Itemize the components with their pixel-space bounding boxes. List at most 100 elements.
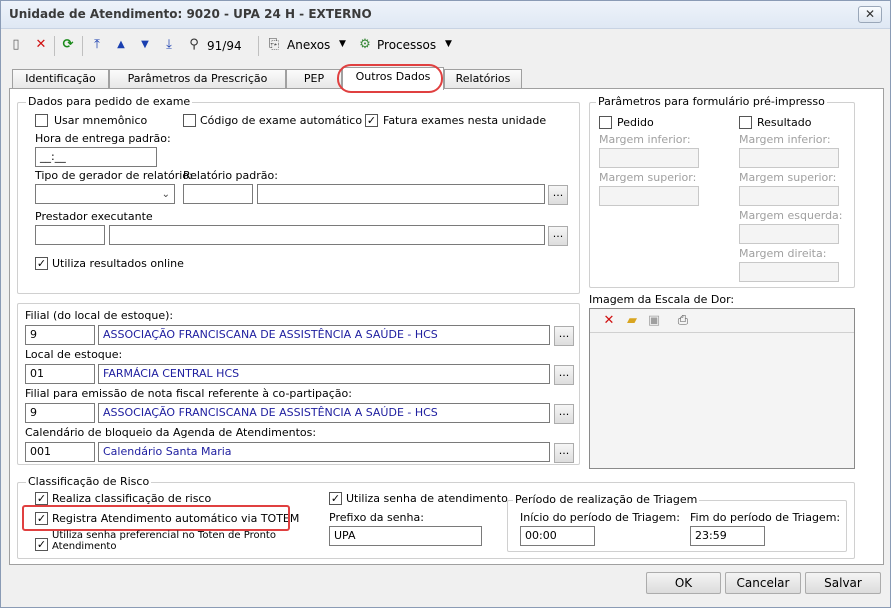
- usar-mnemonico-checkbox[interactable]: [35, 114, 48, 127]
- camera-icon[interactable]: ⎙: [674, 312, 692, 330]
- formulario-group-title: Parâmetros para formulário pré-impresso: [596, 95, 827, 108]
- relatorio-padrao-lookup-button[interactable]: ...: [548, 185, 568, 205]
- highlight-oval: [337, 64, 443, 93]
- resultado-margem-superior-label: Margem superior:: [739, 171, 837, 184]
- risco-group-title: Classificação de Risco: [26, 475, 152, 488]
- processos-dropdown-icon[interactable]: ▼: [445, 39, 452, 49]
- relatorio-padrao-code-input[interactable]: [183, 184, 253, 204]
- remove-image-icon[interactable]: ✕: [600, 312, 618, 330]
- resultado-label: Resultado: [757, 116, 812, 129]
- prestador-lookup-button[interactable]: ...: [548, 226, 568, 246]
- close-button[interactable]: ✕: [858, 6, 882, 23]
- paperclip-icon: ⎘: [268, 37, 280, 52]
- pedido-margem-superior-label: Margem superior:: [599, 171, 697, 184]
- calendario-name-input[interactable]: Calendário Santa Maria: [98, 442, 550, 462]
- calendario-lookup-button[interactable]: ...: [554, 443, 574, 463]
- previous-record-icon[interactable]: ▲: [112, 36, 130, 54]
- filial-nf-code-input[interactable]: 9: [25, 403, 95, 423]
- hora-entrega-input[interactable]: __:__: [35, 147, 157, 167]
- utiliza-online-checkbox[interactable]: ✓: [35, 257, 48, 270]
- escala-dor-image-box: ✕ ▰ ▣ ⎙: [589, 308, 855, 469]
- first-record-icon[interactable]: ⤒: [88, 36, 106, 54]
- pedido-margem-inferior-label: Margem inferior:: [599, 133, 691, 146]
- prefixo-senha-input[interactable]: UPA: [329, 526, 482, 546]
- tab-parametros-prescricao[interactable]: Parâmetros da Prescrição: [109, 69, 286, 89]
- resultado-margem-esquerda-input[interactable]: [739, 224, 839, 244]
- fim-triagem-label: Fim do período de Triagem:: [690, 511, 841, 524]
- pedido-margem-inferior-input[interactable]: [599, 148, 699, 168]
- toolbar-separator: [258, 36, 259, 56]
- codigo-automatico-label: Código de exame automático: [200, 114, 363, 127]
- prestador-name-input[interactable]: [109, 225, 545, 245]
- save-button[interactable]: Salvar: [805, 572, 881, 594]
- tipo-gerador-select[interactable]: ⌄: [35, 184, 175, 204]
- delete-icon[interactable]: ✕: [32, 36, 50, 54]
- hora-entrega-label: Hora de entrega padrão:: [35, 132, 171, 145]
- cancel-button[interactable]: Cancelar: [725, 572, 801, 594]
- calendario-code-input[interactable]: 001: [25, 442, 95, 462]
- pedido-margem-superior-input[interactable]: [599, 186, 699, 206]
- inicio-triagem-input[interactable]: 00:00: [520, 526, 595, 546]
- tab-bar: Identificação Parâmetros da Prescrição P…: [9, 67, 884, 90]
- utiliza-online-label: Utiliza resultados online: [52, 257, 184, 270]
- filial-label: Filial (do local de estoque):: [25, 309, 174, 322]
- codigo-automatico-checkbox[interactable]: [183, 114, 196, 127]
- filial-name-input[interactable]: ASSOCIAÇÃO FRANCISCANA DE ASSISTÊNCIA A …: [98, 325, 550, 345]
- senha-preferencial-checkbox[interactable]: ✓: [35, 538, 48, 551]
- filial-lookup-button[interactable]: ...: [554, 326, 574, 346]
- anexos-button[interactable]: Anexos: [287, 38, 330, 52]
- anexos-dropdown-icon[interactable]: ▼: [339, 39, 346, 49]
- filial-code-input[interactable]: 9: [25, 325, 95, 345]
- local-estoque-code-input[interactable]: 01: [25, 364, 95, 384]
- outros-dados-panel: Dados para pedido de exame Usar mnemônic…: [9, 88, 884, 565]
- realiza-classificacao-checkbox[interactable]: ✓: [35, 492, 48, 505]
- fatura-exames-label: Fatura exames nesta unidade: [383, 114, 547, 127]
- local-estoque-lookup-button[interactable]: ...: [554, 365, 574, 385]
- filial-nf-label: Filial para emissão de nota fiscal refer…: [25, 387, 352, 400]
- toolbar-separator: [54, 36, 55, 56]
- window: Unidade de Atendimento: 9020 - UPA 24 H …: [0, 0, 891, 608]
- toolbar-separator: [82, 36, 83, 56]
- exame-group-title: Dados para pedido de exame: [26, 95, 193, 108]
- relatorio-padrao-name-input[interactable]: [257, 184, 545, 204]
- calendario-label: Calendário de bloqueio da Agenda de Aten…: [25, 426, 317, 439]
- prestador-code-input[interactable]: [35, 225, 105, 245]
- prefixo-senha-label: Prefixo da senha:: [329, 511, 424, 524]
- resultado-margem-esquerda-label: Margem esquerda:: [739, 209, 843, 222]
- new-document-icon[interactable]: ▯: [7, 36, 25, 54]
- escala-dor-label: Imagem da Escala de Dor:: [589, 293, 735, 306]
- tab-identificacao[interactable]: Identificação: [12, 69, 109, 89]
- next-record-icon[interactable]: ▼: [136, 36, 154, 54]
- prestador-label: Prestador executante: [35, 210, 153, 223]
- local-estoque-name-input[interactable]: FARMÁCIA CENTRAL HCS: [98, 364, 550, 384]
- title-bar: Unidade de Atendimento: 9020 - UPA 24 H …: [1, 1, 890, 29]
- window-title: Unidade de Atendimento: 9020 - UPA 24 H …: [9, 7, 372, 21]
- toolbar: ▯ ✕ ⟳ ⤒ ▲ ▼ ⤓ ⚲ 91/94 ⎘ Anexos ▼ ⚙ Proce…: [1, 30, 890, 62]
- tab-pep[interactable]: PEP: [286, 69, 342, 89]
- resultado-margem-superior-input[interactable]: [739, 186, 839, 206]
- last-record-icon[interactable]: ⤓: [160, 36, 178, 54]
- refresh-icon[interactable]: ⟳: [59, 36, 77, 54]
- filial-nf-lookup-button[interactable]: ...: [554, 404, 574, 424]
- open-folder-icon[interactable]: ▰: [623, 312, 641, 330]
- fim-triagem-input[interactable]: 23:59: [690, 526, 765, 546]
- save-disk-icon[interactable]: ▣: [645, 312, 663, 330]
- pedido-label: Pedido: [617, 116, 654, 129]
- gears-icon: ⚙: [359, 37, 371, 52]
- tipo-gerador-label: Tipo de gerador de relatório:: [35, 169, 193, 182]
- filial-nf-name-input[interactable]: ASSOCIAÇÃO FRANCISCANA DE ASSISTÊNCIA A …: [98, 403, 550, 423]
- resultado-margem-direita-input[interactable]: [739, 262, 839, 282]
- chevron-down-icon: ⌄: [161, 189, 170, 200]
- tab-relatorios[interactable]: Relatórios: [444, 69, 522, 89]
- pedido-checkbox[interactable]: [599, 116, 612, 129]
- inicio-triagem-label: Início do período de Triagem:: [520, 511, 680, 524]
- ok-button[interactable]: OK: [646, 572, 721, 594]
- resultado-checkbox[interactable]: [739, 116, 752, 129]
- resultado-margem-inferior-label: Margem inferior:: [739, 133, 831, 146]
- relatorio-padrao-label: Relatório padrão:: [183, 169, 278, 182]
- resultado-margem-inferior-input[interactable]: [739, 148, 839, 168]
- fatura-exames-checkbox[interactable]: ✓: [365, 114, 378, 127]
- processos-button[interactable]: Processos: [377, 38, 436, 52]
- binoculars-icon[interactable]: ⚲: [185, 36, 203, 54]
- utiliza-senha-checkbox[interactable]: ✓: [329, 492, 342, 505]
